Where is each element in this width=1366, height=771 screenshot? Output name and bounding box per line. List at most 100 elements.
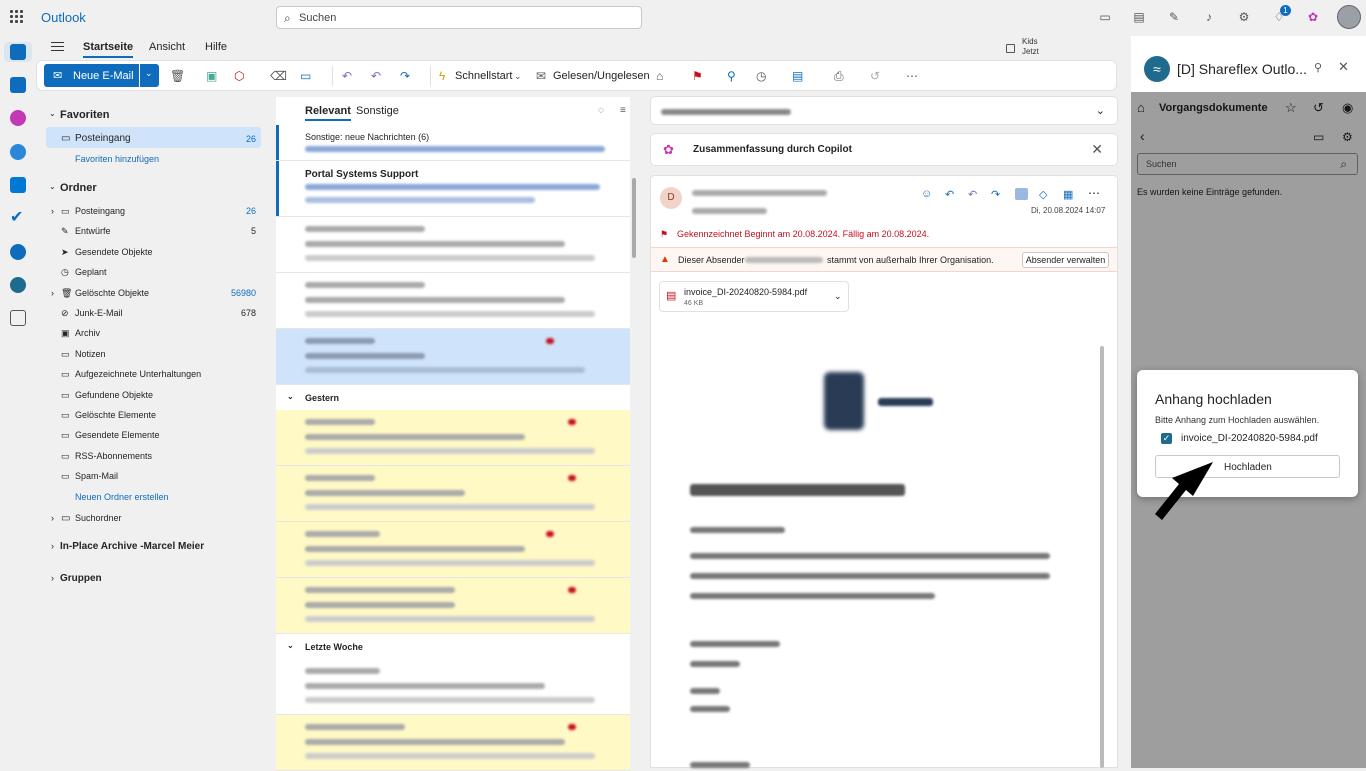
chevron-down-icon[interactable]: ⌄ xyxy=(49,182,56,191)
quickstart-icon[interactable]: ϟ xyxy=(439,68,445,84)
copilot-summary-bar[interactable]: ✿ Zusammenfassung durch Copilot ✕ xyxy=(650,133,1118,166)
folder-item[interactable]: Junk-E-Mail xyxy=(75,308,123,318)
list-item[interactable] xyxy=(276,522,630,578)
people-icon[interactable] xyxy=(10,144,26,160)
folder-item[interactable]: Geplant xyxy=(75,267,107,277)
rules-icon[interactable]: ▤ xyxy=(792,68,803,84)
chevron-right-icon[interactable]: › xyxy=(51,206,54,216)
new-folder-link[interactable]: Neuen Ordner erstellen xyxy=(75,492,169,502)
folder-item[interactable]: Posteingang xyxy=(75,206,125,216)
folder-item[interactable]: Entwürfe xyxy=(75,226,111,236)
attachment-card[interactable]: ▤ invoice_DI-20240820-5984.pdf 46 KB ⌄ xyxy=(659,281,849,312)
folder-item[interactable]: Archiv xyxy=(75,328,100,338)
onedrive-icon[interactable] xyxy=(10,244,26,260)
flag-icon[interactable]: ⚑ xyxy=(692,68,703,84)
list-item-selected[interactable] xyxy=(276,329,630,385)
list-item[interactable] xyxy=(276,466,630,522)
chevron-down-icon[interactable]: ⌄ xyxy=(1096,104,1105,117)
teams-share-icon[interactable] xyxy=(1015,188,1028,200)
folder-item[interactable]: Aufgezeichnete Unterhaltungen xyxy=(75,369,201,379)
report-icon[interactable]: ⬡ xyxy=(234,68,244,84)
folder-item[interactable]: Gesendete Objekte xyxy=(75,247,153,257)
pin-icon[interactable]: ⚲ xyxy=(727,68,736,84)
app-title[interactable]: Outlook xyxy=(41,10,86,25)
folder-item[interactable]: RSS-Abonnements xyxy=(75,451,152,461)
more-icon[interactable]: ⋯ xyxy=(1088,186,1100,200)
new-mail-button[interactable]: ✉ Neue E-Mail ⌄ xyxy=(44,64,159,87)
gear-icon[interactable]: ⚙ xyxy=(1237,10,1251,24)
tab-startseite[interactable]: Startseite xyxy=(83,41,134,58)
close-icon[interactable]: ✕ xyxy=(1091,141,1103,158)
chevron-right-icon[interactable]: › xyxy=(51,541,54,551)
print-icon[interactable]: ⎙ xyxy=(834,68,844,84)
emoji-icon[interactable]: ☺ xyxy=(921,188,932,200)
chevron-down-icon[interactable]: ⌄ xyxy=(49,109,56,118)
file-checkbox[interactable]: ✓ xyxy=(1161,433,1172,444)
more-icon[interactable]: ⋯ xyxy=(906,68,918,84)
folder-item[interactable]: Gelöschte Elemente xyxy=(75,410,156,420)
folder-item[interactable]: Gelöschte Objekte xyxy=(75,288,149,298)
group-header-yesterday[interactable]: ⌄ Gestern xyxy=(276,386,630,408)
list-item[interactable] xyxy=(276,659,630,715)
chevron-down-icon[interactable]: ⌄ xyxy=(834,291,842,302)
bell-icon[interactable]: ♪ xyxy=(1202,10,1216,24)
folder-item[interactable]: Spam-Mail xyxy=(75,471,118,481)
tab-hilfe[interactable]: Hilfe xyxy=(205,41,227,53)
more-apps-icon[interactable] xyxy=(10,310,26,326)
feedback-icon[interactable]: ✎ xyxy=(1167,10,1181,24)
folder-item[interactable]: Gefundene Objekte xyxy=(75,390,153,400)
reply-icon[interactable]: ↶ xyxy=(945,188,954,201)
forward-icon[interactable]: ↷ xyxy=(400,68,410,84)
undo-icon[interactable]: ↺ xyxy=(870,68,880,84)
favorites-header[interactable]: Favoriten xyxy=(60,109,110,121)
chevron-right-icon[interactable]: › xyxy=(51,288,54,298)
chevron-right-icon[interactable]: › xyxy=(51,573,54,583)
list-item[interactable]: Portal Systems Support xyxy=(276,161,630,217)
list-item[interactable] xyxy=(276,410,630,466)
tab-other[interactable]: Sonstige xyxy=(356,105,399,117)
group-header-last-week[interactable]: ⌄ Letzte Woche xyxy=(276,635,630,657)
kids-widget[interactable]: Kids Jetzt xyxy=(1022,37,1039,57)
other-messages-item[interactable]: Sonstige: neue Nachrichten (6) xyxy=(276,125,630,161)
addin-icon[interactable] xyxy=(10,277,26,293)
mail-icon[interactable] xyxy=(10,44,26,60)
chevron-down-icon[interactable]: ⌄ xyxy=(145,68,153,79)
folder-item[interactable]: Gesendete Elemente xyxy=(75,430,160,440)
list-scrollbar[interactable] xyxy=(632,178,636,258)
folders-header[interactable]: Ordner xyxy=(60,182,97,194)
list-item[interactable] xyxy=(276,578,630,634)
search-input[interactable]: ⌕ Suchen xyxy=(276,6,642,29)
pin-icon[interactable]: ⚲ xyxy=(1314,61,1322,74)
add-favorite-link[interactable]: Favoriten hinzufügen xyxy=(75,154,159,164)
archive-icon[interactable]: ▣ xyxy=(206,68,217,84)
reply-all-icon[interactable]: ↶ xyxy=(371,68,381,84)
list-item[interactable] xyxy=(276,273,630,329)
copilot-app-icon[interactable] xyxy=(10,110,26,126)
read-unread-button[interactable]: Gelesen/Ungelesen xyxy=(553,70,650,82)
envelope-open-icon[interactable]: ✉ xyxy=(536,68,546,84)
tab-ansicht[interactable]: Ansicht xyxy=(149,41,185,53)
close-icon[interactable]: ✕ xyxy=(1338,59,1349,75)
groups-section[interactable]: Gruppen xyxy=(60,573,102,584)
teams-icon[interactable]: ▤ xyxy=(1132,10,1146,24)
select-icon[interactable]: ◌ xyxy=(598,105,604,116)
forward-icon[interactable]: ↷ xyxy=(991,188,1000,201)
todo-icon[interactable]: ✔ xyxy=(10,210,26,226)
folder-item[interactable]: Notizen xyxy=(75,349,106,359)
reading-scrollbar[interactable] xyxy=(1100,346,1104,768)
menu-icon[interactable] xyxy=(51,42,64,51)
search-folders-item[interactable]: Suchordner xyxy=(75,513,122,523)
reply-all-icon[interactable]: ↶ xyxy=(968,188,977,201)
snooze-icon[interactable]: ◷ xyxy=(756,68,766,84)
archive-section[interactable]: In-Place Archive -Marcel Meier xyxy=(60,541,204,552)
chevron-down-icon[interactable]: ⌄ xyxy=(514,68,522,84)
apps-icon[interactable]: ▦ xyxy=(1063,188,1073,201)
list-item[interactable] xyxy=(276,715,630,771)
move-to-icon[interactable]: ▭ xyxy=(300,68,311,84)
avatar[interactable] xyxy=(1337,5,1361,29)
subject-bar[interactable]: ⌄ xyxy=(650,96,1118,125)
copilot-icon[interactable]: ✿ xyxy=(1306,10,1320,24)
meet-now-icon[interactable]: ▭ xyxy=(1098,10,1112,24)
list-item[interactable] xyxy=(276,217,630,273)
delete-icon[interactable]: 🗑 xyxy=(170,68,185,84)
